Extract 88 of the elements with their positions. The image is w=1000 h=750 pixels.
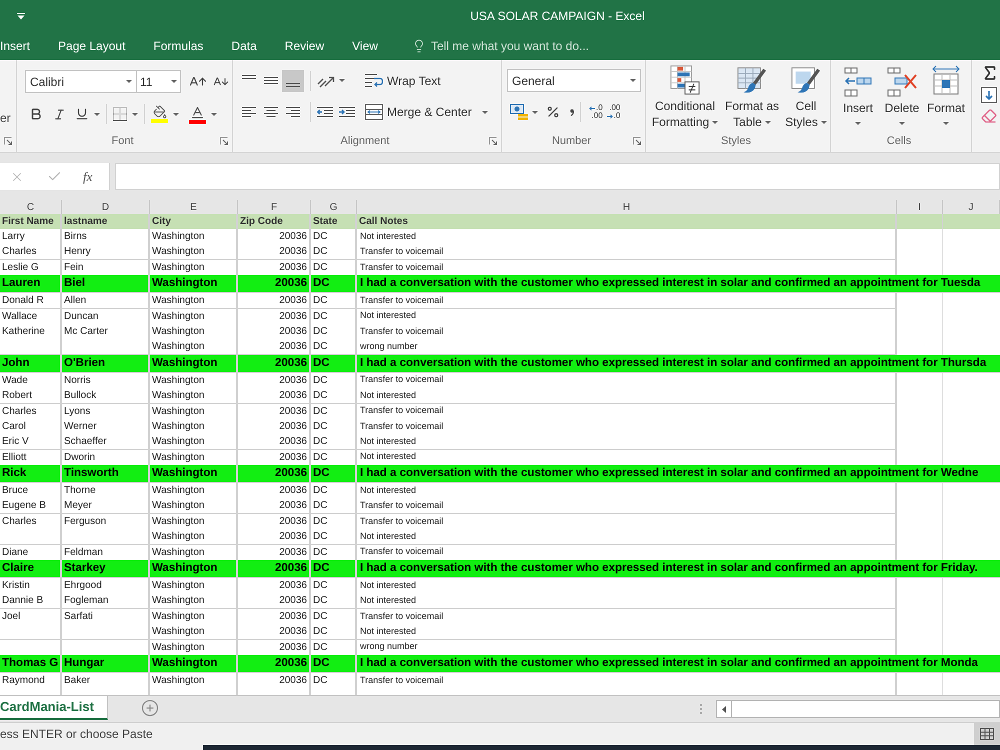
ribbon-command-label[interactable]: er bbox=[0, 111, 16, 125]
caret-icon bbox=[899, 122, 905, 125]
cells-x-icon bbox=[887, 67, 917, 97]
dialog-launcher-icon[interactable] bbox=[4, 137, 12, 145]
caret-icon bbox=[211, 112, 217, 116]
font-color-icon[interactable] bbox=[189, 104, 206, 124]
font-name-dropdown[interactable]: Calibri bbox=[25, 70, 137, 93]
wrap-text-button[interactable]: Wrap Text bbox=[363, 69, 490, 92]
align-left-icon[interactable] bbox=[242, 107, 256, 117]
insert-button[interactable]: Insert bbox=[836, 65, 880, 131]
ribbon-tab[interactable]: Page Layout bbox=[58, 32, 126, 60]
group-label: Alignment bbox=[340, 134, 390, 149]
ribbon-tab[interactable]: Review bbox=[284, 32, 324, 60]
insert-function-label[interactable]: fx bbox=[83, 166, 92, 186]
group-label: Cells bbox=[886, 134, 912, 149]
table-brush-icon bbox=[737, 65, 767, 95]
ribbon-tab[interactable]: Formulas bbox=[153, 32, 204, 60]
add-sheet-icon[interactable] bbox=[141, 699, 159, 717]
ribbon-tab[interactable]: Data bbox=[231, 32, 257, 60]
group-label: Font bbox=[112, 134, 134, 149]
increase-decimal-button[interactable]: .0 .00 bbox=[587, 104, 605, 120]
caret-icon bbox=[630, 79, 636, 82]
caret-icon bbox=[532, 110, 538, 114]
status-message: ess ENTER or choose Paste bbox=[0, 726, 153, 743]
caret-icon bbox=[339, 79, 345, 82]
merge-center-button[interactable]: Merge & Center bbox=[363, 101, 490, 123]
sheet-tab[interactable]: CardMania-List bbox=[0, 696, 108, 720]
underline-icon[interactable] bbox=[75, 107, 89, 121]
caret-icon bbox=[132, 112, 138, 116]
dialog-launcher-icon[interactable] bbox=[489, 137, 498, 145]
delete-button[interactable]: Delete bbox=[880, 65, 924, 131]
format-as-table-button[interactable]: Format as Table bbox=[722, 65, 782, 130]
tell-me-field[interactable]: Tell me what you want to do... bbox=[430, 37, 616, 55]
dotted-border-icon[interactable] bbox=[113, 107, 127, 121]
window-title: USA SOLAR CAMPAIGN - Excel bbox=[470, 8, 645, 25]
left-triangle-icon bbox=[722, 706, 726, 712]
bottom-align-icon bbox=[286, 82, 300, 86]
caret-icon bbox=[855, 122, 861, 125]
left-arrow-icon bbox=[589, 106, 595, 110]
caret-icon bbox=[712, 120, 718, 124]
group-label: Number bbox=[552, 134, 592, 149]
align-right-icon[interactable] bbox=[286, 107, 300, 117]
caret-icon bbox=[126, 80, 132, 83]
fill-color-icon[interactable] bbox=[151, 105, 168, 123]
bold-icon[interactable] bbox=[29, 107, 43, 121]
dialog-launcher-icon[interactable] bbox=[220, 137, 228, 145]
merge-arrows-icon bbox=[365, 104, 383, 120]
top-align-icon bbox=[242, 74, 256, 78]
format-button[interactable]: Format bbox=[924, 65, 968, 131]
conditional-formatting-button[interactable]: Conditional Formatting bbox=[649, 65, 721, 130]
number-format-dropdown[interactable]: General bbox=[507, 69, 641, 92]
wrap-lines-icon bbox=[365, 74, 383, 88]
percent-icon[interactable] bbox=[546, 105, 560, 119]
comma-icon[interactable] bbox=[570, 108, 574, 116]
caret-icon bbox=[943, 122, 949, 125]
scroll-left-button[interactable] bbox=[716, 700, 732, 718]
cells-width-icon bbox=[932, 65, 960, 97]
ribbon-tab[interactable]: View bbox=[352, 32, 378, 60]
cell-styles-button[interactable]: Cell Styles bbox=[783, 65, 829, 130]
vertical-align-button[interactable] bbox=[282, 70, 304, 92]
horizontal-scrollbar[interactable] bbox=[732, 700, 1000, 718]
decrease-indent-icon[interactable] bbox=[317, 107, 333, 117]
formula-input-field[interactable] bbox=[115, 163, 1000, 190]
grid-icon bbox=[980, 728, 994, 740]
increase-indent-icon[interactable] bbox=[339, 107, 355, 117]
caret-icon bbox=[820, 120, 827, 124]
eraser-icon[interactable] bbox=[981, 108, 997, 124]
banknote-coins-icon[interactable] bbox=[510, 104, 528, 120]
caret-icon bbox=[173, 112, 179, 116]
dialog-launcher-icon[interactable] bbox=[633, 137, 641, 145]
group-label: Styles bbox=[721, 134, 751, 149]
ribbon-tab[interactable]: Insert bbox=[0, 32, 30, 60]
dropdown-arrow-icon[interactable] bbox=[17, 12, 25, 20]
caret-icon bbox=[94, 112, 100, 116]
cells-arrow-icon bbox=[844, 67, 872, 97]
middle-align-icon bbox=[264, 77, 278, 84]
caret-icon bbox=[171, 80, 177, 83]
right-arrow-icon bbox=[606, 114, 613, 118]
cell-brush-icon bbox=[791, 65, 821, 95]
align-center-icon[interactable] bbox=[264, 107, 278, 117]
caret-icon bbox=[482, 110, 488, 114]
normal-view-button[interactable] bbox=[974, 723, 1000, 745]
table-bars-icon bbox=[670, 65, 700, 95]
down-arrow-box-icon[interactable] bbox=[981, 87, 997, 103]
decrease-decimal-button[interactable]: .00 .0 bbox=[604, 104, 622, 120]
caret-icon bbox=[764, 120, 771, 124]
font-size-dropdown[interactable]: 11 bbox=[137, 70, 181, 93]
italic-icon[interactable] bbox=[53, 108, 66, 120]
